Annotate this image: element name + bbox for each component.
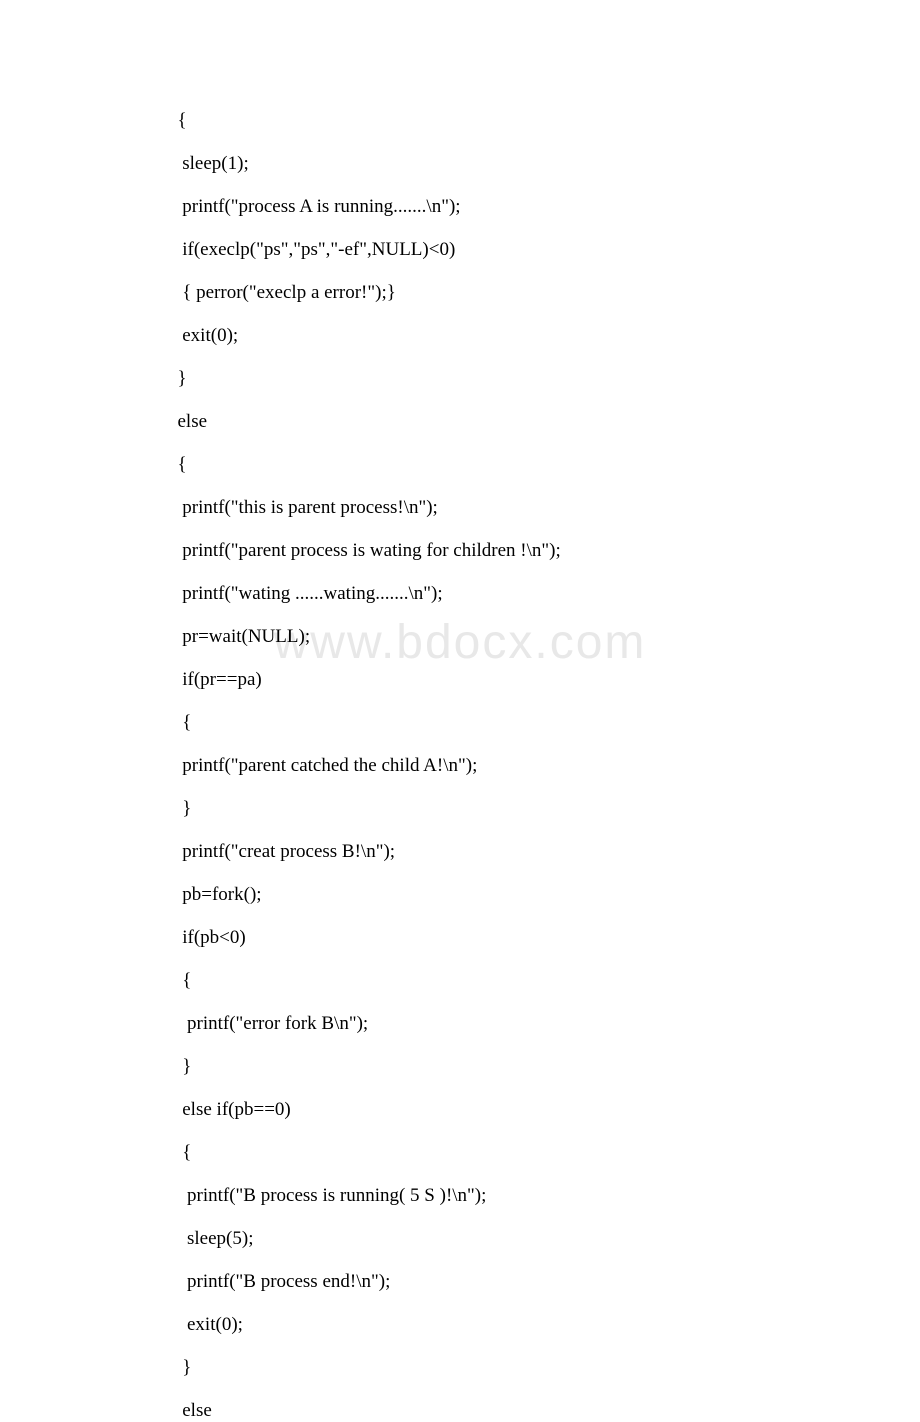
code-line: } [168,1357,840,1379]
code-line: else if(pb==0) [168,1099,840,1121]
code-line: pr=wait(NULL); [168,626,840,648]
code-line: printf("this is parent process!\n"); [168,497,840,519]
code-line: { [168,1142,840,1164]
code-line: printf("process A is running.......\n"); [168,196,840,218]
code-line: { [168,454,840,476]
code-line: } [168,798,840,820]
code-line: else [168,1400,840,1422]
code-line: if(execlp("ps","ps","-ef",NULL)<0) [168,239,840,261]
code-line: printf("parent catched the child A!\n"); [168,755,840,777]
code-line: exit(0); [168,325,840,347]
code-line: sleep(1); [168,153,840,175]
code-line: if(pr==pa) [168,669,840,691]
code-line: printf("wating ......wating.......\n"); [168,583,840,605]
code-line: { [168,712,840,734]
code-line: printf("B process end!\n"); [168,1271,840,1293]
code-line: printf("error fork B\n"); [168,1013,840,1035]
code-line: sleep(5); [168,1228,840,1250]
code-line: else [168,411,840,433]
code-line: { perror("execlp a error!");} [168,282,840,304]
code-line: exit(0); [168,1314,840,1336]
code-line: pb=fork(); [168,884,840,906]
code-line: } [168,1056,840,1078]
code-block: { sleep(1); printf("process A is running… [0,0,920,1422]
code-line: { [168,110,840,132]
code-line: printf("parent process is wating for chi… [168,540,840,562]
code-line: } [168,368,840,390]
code-line: if(pb<0) [168,927,840,949]
code-line: { [168,970,840,992]
code-line: printf("B process is running( 5 S )!\n")… [168,1185,840,1207]
code-line: printf("creat process B!\n"); [168,841,840,863]
